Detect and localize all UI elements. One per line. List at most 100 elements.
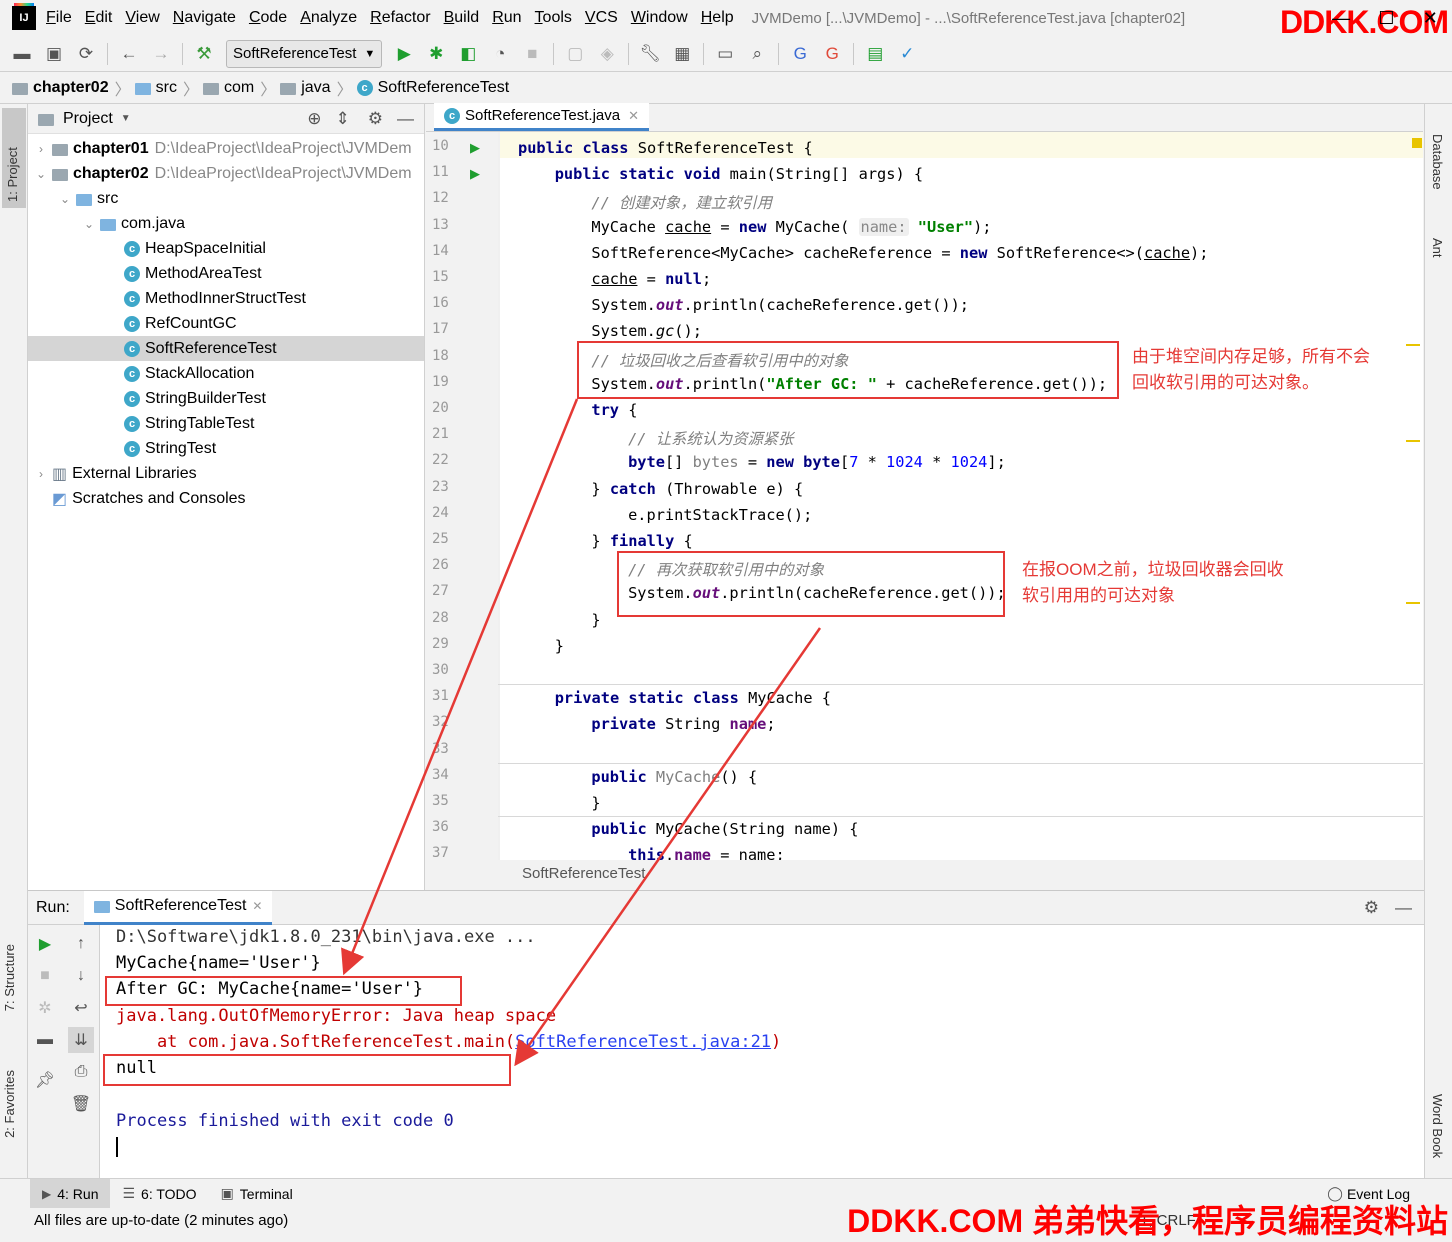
menu-build[interactable]: Build <box>444 9 480 27</box>
terminal-icon[interactable]: ▭ <box>711 40 739 68</box>
chevron-down-icon[interactable]: ⌄ <box>82 217 96 231</box>
close-icon[interactable]: ✕ <box>252 899 262 913</box>
menu-vcs[interactable]: VCS <box>585 9 618 27</box>
tree-item[interactable]: c SoftReferenceTest <box>28 336 424 361</box>
soft-wrap-icon[interactable]: ↩ <box>68 995 94 1021</box>
close-window-icon[interactable]: ✕ <box>1423 8 1438 29</box>
breadcrumb-item[interactable]: com 〉 <box>202 76 276 100</box>
sync-icon[interactable]: ⟳ <box>72 40 100 68</box>
menu-navigate[interactable]: Navigate <box>173 9 236 27</box>
stacktrace-link[interactable]: SoftReferenceTest.java:21 <box>515 1032 771 1052</box>
project-structure-icon[interactable]: ▦ <box>668 40 696 68</box>
tree-item[interactable]: c MethodAreaTest <box>28 261 424 286</box>
scroll-to-end-icon[interactable]: ⇊ <box>68 1027 94 1053</box>
tree-item[interactable]: c StringTest <box>28 436 424 461</box>
menu-view[interactable]: View <box>125 9 159 27</box>
profile-icon[interactable]: ◔ <box>486 40 514 68</box>
search-icon[interactable]: ⌕ <box>743 40 771 68</box>
menu-window[interactable]: Window <box>631 9 688 27</box>
gear-icon[interactable]: ⚙ <box>368 109 383 129</box>
breadcrumb-item[interactable]: java 〉 <box>280 76 353 100</box>
run-tool-tab[interactable]: ▶ 4: Run <box>30 1178 111 1209</box>
word-book-tool-tab[interactable]: Word Book <box>1430 1094 1445 1158</box>
locate-icon[interactable]: ⊕ <box>307 109 321 129</box>
menu-help[interactable]: Help <box>701 9 734 27</box>
tree-item[interactable]: c RefCountGC <box>28 311 424 336</box>
todo-tool-tab[interactable]: ☰ 6: TODO <box>110 1179 208 1209</box>
forward-icon[interactable]: → <box>147 40 175 68</box>
settings-wrench-icon[interactable]: 🔧︎ <box>636 40 664 68</box>
tree-item[interactable]: ◩ Scratches and Consoles <box>28 486 424 511</box>
database-tool-tab[interactable]: Database <box>1430 134 1445 190</box>
code-area[interactable]: public class SoftReferenceTest {public s… <box>498 132 1423 860</box>
close-icon[interactable]: ✕ <box>628 108 639 124</box>
restore-layout-icon[interactable]: ✲ <box>32 995 58 1021</box>
layout-icon[interactable]: ▬ <box>32 1027 58 1053</box>
tree-item[interactable]: c StringBuilderTest <box>28 386 424 411</box>
run-gutter-icon[interactable]: ▶ <box>470 140 480 156</box>
breadcrumb-item[interactable]: c SoftReferenceTest <box>356 79 509 97</box>
ant-tool-tab[interactable]: Ant <box>1430 238 1445 258</box>
up-arrow-icon[interactable]: ↑ <box>68 931 94 957</box>
run-icon[interactable]: ▶ <box>390 40 418 68</box>
pin-icon[interactable]: 📌︎ <box>32 1067 58 1093</box>
chevron-down-icon[interactable]: ⌄ <box>58 192 72 206</box>
trash-icon[interactable]: 🗑︎ <box>68 1091 94 1117</box>
project-tool-tab[interactable]: 1: Project <box>2 108 26 208</box>
translate-replace-icon[interactable]: G <box>818 40 846 68</box>
minimize-icon[interactable]: — <box>397 109 414 129</box>
menu-tools[interactable]: Tools <box>535 9 572 27</box>
stop-icon[interactable]: ■ <box>32 963 58 989</box>
menu-refactor[interactable]: Refactor <box>370 9 430 27</box>
chevron-down-icon[interactable]: ⌄ <box>34 167 48 181</box>
minimize-icon[interactable]: — <box>1395 898 1412 918</box>
build-hammer-icon[interactable]: ⚒ <box>190 40 218 68</box>
gear-icon[interactable]: ⚙ <box>1364 898 1379 918</box>
tree-item[interactable]: › ▥ External Libraries <box>28 461 424 486</box>
menu-code[interactable]: Code <box>249 9 287 27</box>
stop-icon[interactable]: ■ <box>518 40 546 68</box>
menu-analyze[interactable]: Analyze <box>300 9 357 27</box>
run-configuration-select[interactable]: SoftReferenceTest ▼ <box>226 39 383 68</box>
back-icon[interactable]: ← <box>115 40 143 68</box>
minimize-window-icon[interactable]: — <box>1332 8 1350 29</box>
check-circle-icon[interactable]: ✓ <box>893 40 921 68</box>
project-view-select[interactable]: Project <box>63 110 113 128</box>
structure-tool-tab[interactable]: 7: Structure <box>2 944 17 1011</box>
tree-item[interactable]: ⌄ com.java <box>28 211 424 236</box>
run-tab-softreferencetest[interactable]: SoftReferenceTest ✕ <box>83 890 273 925</box>
print-icon[interactable]: ⎙ <box>68 1059 94 1085</box>
attach-icon[interactable]: ▢ <box>561 40 589 68</box>
tree-item[interactable]: c HeapSpaceInitial <box>28 236 424 261</box>
chevron-right-icon[interactable]: › <box>34 142 48 156</box>
tree-item[interactable]: c MethodInnerStructTest <box>28 286 424 311</box>
menu-file[interactable]: File <box>46 9 72 27</box>
tree-item[interactable]: › chapter01 D:\IdeaProject\IdeaProject\JVM… <box>28 136 424 161</box>
tree-item[interactable]: ⌄ src <box>28 186 424 211</box>
favorites-tool-tab[interactable]: 2: Favorites <box>2 1070 17 1138</box>
coverage-icon[interactable]: ◈ <box>593 40 621 68</box>
tree-item[interactable]: ⌄ chapter02 D:\IdeaProject\IdeaProject\JVM… <box>28 161 424 186</box>
open-folder-icon[interactable]: ▬ <box>8 40 36 68</box>
down-arrow-icon[interactable]: ↓ <box>68 963 94 989</box>
console-output[interactable]: D:\Software\jdk1.8.0_231\bin\java.exe ..… <box>100 925 1424 1179</box>
maximize-window-icon[interactable]: ☐ <box>1378 8 1394 29</box>
translate-icon[interactable]: G <box>786 40 814 68</box>
collapse-all-icon[interactable]: ⇕ <box>336 109 350 129</box>
editor-breadcrumb[interactable]: SoftReferenceTest <box>426 860 1423 890</box>
breadcrumb-item[interactable]: src 〉 <box>134 76 199 100</box>
terminal-tool-tab[interactable]: ▣ Terminal <box>209 1179 305 1209</box>
debug-icon[interactable]: ✱ <box>422 40 450 68</box>
editor-tab-softreferencetest[interactable]: c SoftReferenceTest.java ✕ <box>434 103 649 131</box>
breadcrumb-item[interactable]: chapter02 〉 <box>12 76 131 100</box>
save-all-icon[interactable]: ▣ <box>40 40 68 68</box>
menu-run[interactable]: Run <box>492 9 521 27</box>
run-gutter-icon[interactable]: ▶ <box>470 166 480 182</box>
chevron-right-icon[interactable]: › <box>34 467 48 481</box>
run-with-coverage-icon[interactable]: ◧ <box>454 40 482 68</box>
rerun-icon[interactable]: ▶ <box>32 931 58 957</box>
chevron-down-icon[interactable]: ▼ <box>121 113 131 124</box>
tree-item[interactable]: c StringTableTest <box>28 411 424 436</box>
tree-item[interactable]: c StackAllocation <box>28 361 424 386</box>
menu-edit[interactable]: Edit <box>85 9 113 27</box>
